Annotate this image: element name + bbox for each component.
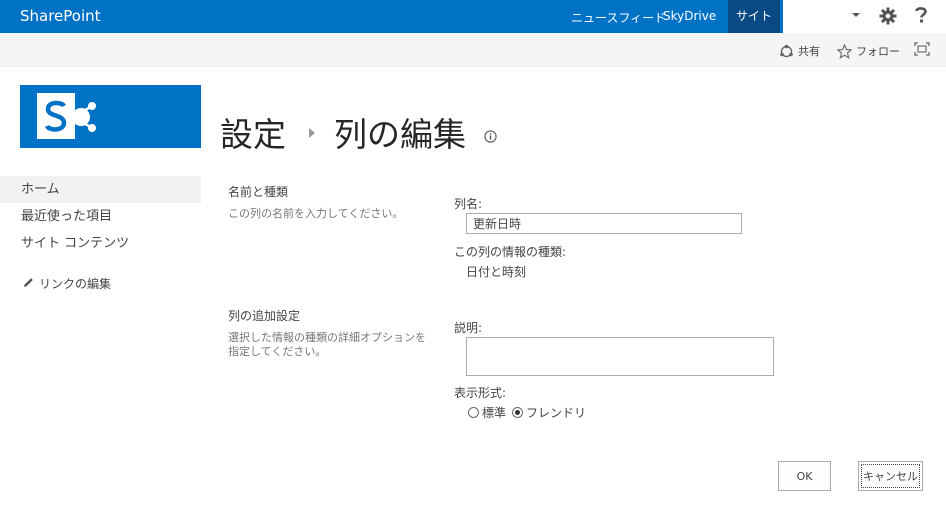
share-label: 共有: [798, 45, 820, 58]
description-textarea[interactable]: [466, 337, 774, 376]
star-icon: [837, 43, 852, 59]
display-format-options: 標準 フレンドリ: [468, 404, 592, 421]
nav-item-recent[interactable]: 最近使った項目: [0, 203, 201, 230]
info-icon[interactable]: [484, 128, 497, 147]
user-menu-chevron-icon[interactable]: [851, 10, 861, 20]
edit-links-label: リンクの編集: [39, 277, 112, 291]
site-logo[interactable]: [20, 85, 201, 148]
section-additional-title: 列の追加設定: [228, 309, 301, 323]
section-additional-description: 選択した情報の種類の詳細オプションを指定してください。: [228, 331, 426, 358]
share-button[interactable]: 共有: [779, 43, 820, 59]
section-name-description: この列の名前を入力してください。: [228, 207, 404, 220]
nav-newsfeed[interactable]: ニュースフィード: [571, 9, 666, 26]
description-label: 説明:: [454, 321, 483, 335]
ok-button[interactable]: OK: [778, 461, 831, 491]
radio-standard[interactable]: [468, 407, 479, 418]
cancel-button[interactable]: キャンセル: [858, 461, 923, 491]
nav-sites[interactable]: サイト: [728, 0, 781, 33]
display-format-standard[interactable]: 標準: [468, 404, 506, 421]
nav-skydrive[interactable]: SkyDrive: [663, 9, 716, 23]
column-type-label: この列の情報の種類:: [454, 245, 567, 259]
brand-name[interactable]: SharePoint: [20, 7, 101, 25]
follow-label: フォロー: [856, 45, 900, 58]
quick-launch: ホーム 最近使った項目 サイト コンテンツ: [0, 176, 201, 257]
section-name-title: 名前と種類: [228, 185, 289, 199]
follow-button[interactable]: フォロー: [837, 43, 900, 59]
help-icon[interactable]: [914, 5, 928, 25]
column-name-input[interactable]: [466, 213, 742, 234]
display-format-friendly[interactable]: フレンドリ: [512, 404, 586, 421]
share-icon: [779, 44, 794, 59]
suite-bar: SharePoint ニュースフィード SkyDrive サイト: [0, 0, 946, 33]
page-title[interactable]: 設定: [220, 108, 286, 156]
column-type-value: 日付と時刻: [466, 265, 527, 279]
radio-standard-label: 標準: [482, 406, 507, 420]
edit-links-button[interactable]: リンクの編集: [23, 275, 111, 292]
page-title-current: 列の編集: [334, 115, 466, 154]
radio-friendly[interactable]: [512, 407, 524, 418]
column-name-label: 列名:: [454, 197, 483, 211]
gear-icon[interactable]: [879, 7, 897, 25]
focus-mode-icon[interactable]: [914, 42, 930, 56]
display-format-label: 表示形式:: [454, 386, 507, 400]
radio-friendly-label: フレンドリ: [526, 406, 587, 420]
breadcrumb-separator-icon: [309, 128, 315, 141]
sharepoint-logo-icon: [20, 93, 201, 152]
ribbon-row: 共有 フォロー: [0, 33, 946, 67]
nav-item-home[interactable]: ホーム: [0, 176, 201, 203]
nav-item-site-contents[interactable]: サイト コンテンツ: [0, 230, 201, 257]
pencil-icon: [23, 277, 34, 291]
